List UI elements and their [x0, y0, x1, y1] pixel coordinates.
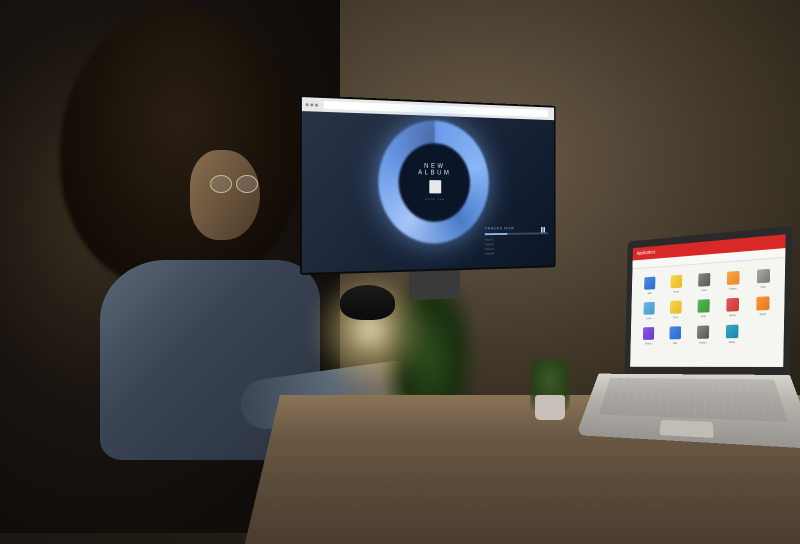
- window-control-icon[interactable]: [306, 103, 309, 106]
- tools-icon: [698, 273, 710, 287]
- small-pot: [535, 395, 565, 420]
- app-icon[interactable]: Chat: [692, 299, 716, 319]
- app-icon[interactable]: Photos: [721, 270, 746, 291]
- app-icon[interactable]: Media: [720, 297, 745, 317]
- app-icon-grid: Mail Notes Tools Photos Files Cloud Docs…: [630, 258, 785, 354]
- app-icon[interactable]: Music: [750, 296, 776, 317]
- hair: [60, 10, 300, 290]
- keyboard[interactable]: [599, 378, 788, 422]
- track-item[interactable]: Track 04: [485, 250, 548, 256]
- system-icon: [697, 325, 709, 338]
- laptop: Applications Mail Notes Tools Photos Fil…: [583, 226, 792, 506]
- files-icon: [757, 269, 770, 283]
- face: [190, 150, 260, 240]
- external-monitor: NEW ALBUM listen now TRACKS NOW Track 01…: [300, 95, 556, 305]
- share-icon: [726, 325, 739, 339]
- app-icon[interactable]: System: [691, 325, 715, 344]
- address-bar[interactable]: [324, 101, 548, 117]
- app-icon[interactable]: Notes: [665, 274, 688, 294]
- chat-icon: [698, 299, 710, 313]
- mail-icon: [644, 277, 655, 290]
- track-list: Track 01 Track 02 Track 03 Track 04: [485, 237, 548, 257]
- notes-icon: [671, 275, 683, 289]
- album-subtitle: listen now: [407, 198, 462, 202]
- progress-bar[interactable]: [485, 232, 548, 235]
- album-cover-thumbnail[interactable]: [429, 181, 441, 194]
- laptop-keyboard-deck: [576, 374, 800, 449]
- eyeglasses: [210, 175, 260, 193]
- monitor-stand: [409, 270, 460, 300]
- app-icon[interactable]: Mail: [639, 276, 661, 295]
- app-icon[interactable]: Design: [637, 327, 659, 345]
- photos-icon: [727, 271, 740, 285]
- monitor-screen[interactable]: NEW ALBUM listen now TRACKS NOW Track 01…: [300, 95, 556, 275]
- now-playing-label: TRACKS NOW: [485, 225, 548, 230]
- progress-fill: [485, 233, 508, 235]
- app-icon[interactable]: Files: [750, 268, 776, 289]
- player-panel: TRACKS NOW Track 01 Track 02 Track 03 Tr…: [485, 225, 548, 256]
- laptop-screen[interactable]: Applications Mail Notes Tools Photos Fil…: [630, 234, 786, 367]
- album-text-block: NEW ALBUM listen now: [407, 163, 462, 201]
- web-icon: [669, 326, 681, 339]
- app-icon[interactable]: Web: [664, 326, 687, 345]
- app-icon[interactable]: Tools: [692, 272, 716, 292]
- header-title: Applications: [637, 250, 656, 257]
- design-icon: [643, 327, 654, 340]
- trackpad[interactable]: [659, 420, 713, 438]
- app-icon[interactable]: Cloud: [638, 302, 660, 321]
- app-icon[interactable]: Share: [719, 324, 744, 344]
- album-hero-visual: NEW ALBUM listen now: [378, 119, 489, 245]
- music-icon: [756, 296, 769, 310]
- laptop-screen-bezel: Applications Mail Notes Tools Photos Fil…: [625, 226, 793, 375]
- app-icon[interactable]: Docs: [664, 300, 687, 319]
- window-control-icon[interactable]: [310, 103, 313, 106]
- cloud-icon: [644, 302, 655, 315]
- window-control-icon[interactable]: [315, 103, 318, 106]
- album-title: NEW ALBUM: [407, 163, 462, 177]
- docs-icon: [670, 301, 682, 314]
- media-icon: [726, 298, 739, 312]
